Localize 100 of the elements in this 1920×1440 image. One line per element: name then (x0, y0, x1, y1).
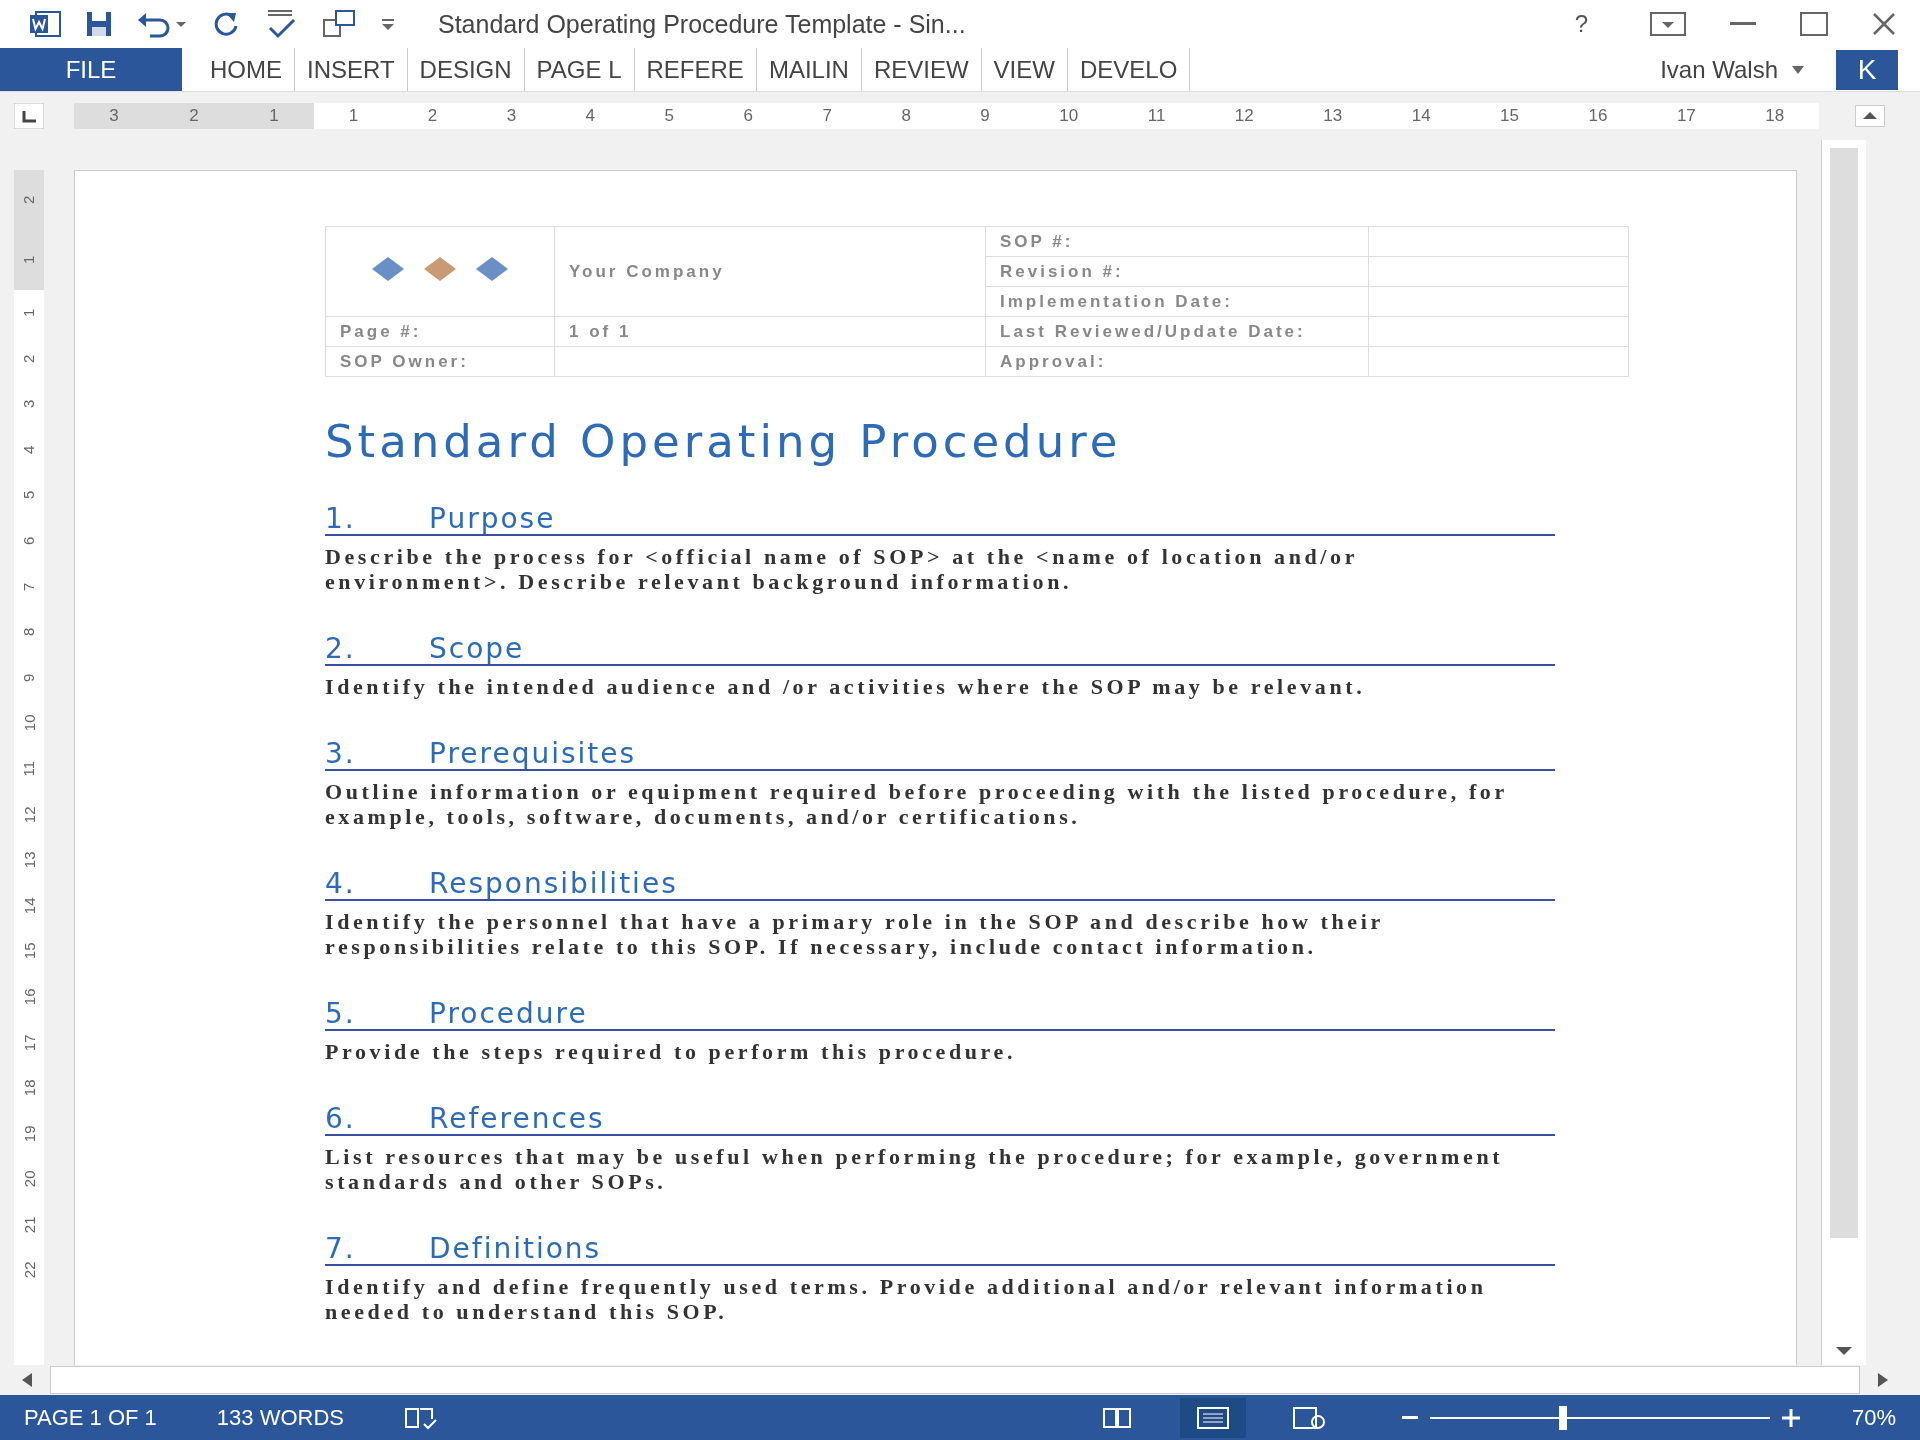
ruler-number: 1 (269, 106, 279, 126)
ruler-number: 3 (506, 106, 517, 126)
zoom-in-icon[interactable] (1781, 1408, 1800, 1427)
window-layout-icon[interactable] (322, 8, 358, 40)
ruler-number: 10 (1059, 106, 1079, 126)
scroll-right-icon[interactable] (1876, 1372, 1890, 1388)
zoom-out-icon[interactable] (1401, 1415, 1418, 1420)
table-cell: Last Reviewed/Update Date: (985, 316, 1369, 347)
page-count[interactable]: PAGE 1 OF 1 (24, 1404, 157, 1431)
document-title: Standard Operating Procedure (325, 415, 1123, 468)
ruler-number: 5 (19, 491, 39, 500)
maximize-icon[interactable] (1800, 12, 1828, 36)
ruler-number: 17 (19, 1033, 39, 1051)
user-avatar[interactable]: K (1836, 49, 1898, 90)
ruler-number: 16 (19, 988, 39, 1006)
ruler-number: 6 (743, 106, 753, 126)
ruler-number: 9 (19, 673, 39, 682)
table-cell: Approval: (985, 346, 1369, 377)
ruler-number: 15 (1500, 106, 1519, 126)
table-cell: SOP Owner: (325, 346, 555, 377)
word-app-icon[interactable] (28, 10, 62, 38)
user-name[interactable]: Ivan Walsh (1660, 55, 1778, 84)
window-title: Standard Operating Procedure Template - Sin... (438, 9, 967, 39)
table-cell: 1 of 1 (554, 316, 986, 347)
ruler-number: 11 (1147, 106, 1166, 126)
table-cell: Revision #: (985, 256, 1369, 287)
ruler-number: 2 (19, 354, 39, 363)
save-icon[interactable] (84, 9, 114, 39)
ruler-number: 14 (1411, 106, 1431, 126)
section-heading: 2. Scope (325, 634, 1555, 666)
page-layout-icon (1196, 1406, 1229, 1429)
table-cell: Page #: (325, 316, 555, 347)
ruler-number: 7 (822, 106, 832, 126)
section-text: List resources that may be useful when performing the procedure; for example, government standards and other SOPs. (325, 1144, 1505, 1194)
ruler-number: 10 (19, 714, 39, 732)
close-icon[interactable] (1872, 12, 1896, 36)
section-text: Identify and define frequently used terms. Provide additional and/or relevant information needed to understand this SOP. (325, 1274, 1488, 1324)
ribbon-tab[interactable]: REVIEW (861, 48, 982, 91)
diamond-logo-icon (370, 254, 510, 284)
book-icon (1101, 1406, 1132, 1429)
section-text: Provide the steps required to perform this procedure. (325, 1039, 1018, 1064)
ruler-number: 1 (348, 106, 359, 126)
ruler-number: 1 (19, 308, 39, 317)
ruler-number: 4 (585, 106, 596, 126)
tab-selector-icon[interactable] (14, 103, 44, 129)
minimize-icon[interactable] (1730, 22, 1756, 26)
table-cell: SOP #: (985, 226, 1369, 257)
ribbon-tab[interactable]: DESIGN (407, 48, 525, 91)
ruler-number: 2 (19, 195, 39, 205)
section-heading: 1. Purpose (325, 504, 1555, 536)
ruler-number: 7 (19, 582, 39, 591)
ruler-number: 17 (1676, 106, 1696, 126)
section-heading: 6. References (325, 1104, 1555, 1136)
ribbon-tab[interactable]: DEVELO (1067, 48, 1191, 91)
scroll-up-icon[interactable] (1855, 105, 1885, 127)
book-check-icon[interactable] (404, 1405, 438, 1430)
ruler-number: 1 (19, 255, 39, 265)
horizontal-scrollbar[interactable] (50, 1366, 1860, 1394)
ribbon-tab[interactable]: FILE (0, 48, 182, 91)
web-layout-icon (1292, 1406, 1325, 1429)
ruler-number: 12 (19, 806, 39, 823)
vertical-scrollbar[interactable] (1821, 140, 1866, 1365)
section-heading: 5. Procedure (325, 999, 1555, 1031)
section-heading: 3. Prerequisites (325, 739, 1555, 771)
ribbon-tab[interactable]: INSERT (295, 48, 408, 91)
ruler-number: 13 (19, 851, 39, 869)
ribbon-tab[interactable]: REFERE (634, 48, 757, 91)
ruler-number: 4 (19, 445, 39, 454)
zoom-level[interactable]: 70% (1851, 1404, 1896, 1431)
zoom-slider-thumb[interactable] (1559, 1405, 1568, 1430)
scroll-down-icon[interactable] (1834, 1345, 1854, 1357)
section-text: Describe the process for <official name of SOP> at the <name of location and/or environment>. Describe relevant background information. (325, 544, 1359, 594)
company-name: Your Company (554, 226, 986, 317)
customize-toolbar-icon[interactable] (380, 17, 396, 31)
ruler-number: 22 (19, 1261, 39, 1279)
ruler-number: 8 (901, 106, 911, 126)
ruler-number: 20 (19, 1170, 39, 1188)
ribbon-tab[interactable]: MAILIN (756, 48, 862, 91)
section-heading: 4. Responsibilities (325, 869, 1555, 901)
ribbon-tab[interactable]: PAGE L (524, 48, 635, 91)
caret-icon[interactable] (1792, 65, 1804, 74)
ruler-number: 9 (980, 106, 990, 126)
print-mode-button[interactable] (1179, 1397, 1246, 1438)
ribbon-tab[interactable]: VIEW (981, 48, 1068, 91)
scroll-left-icon[interactable] (20, 1372, 34, 1388)
table-cell: Implementation Date: (985, 286, 1369, 317)
ruler-number: 2 (427, 106, 438, 126)
ruler-number: 16 (1588, 106, 1608, 126)
ruler-number: 15 (19, 942, 39, 960)
ruler-number: 12 (1234, 106, 1254, 126)
help-button[interactable]: ? (1574, 10, 1588, 38)
word-count[interactable]: 133 WORDS (216, 1404, 344, 1431)
ruler-number: 11 (19, 760, 39, 777)
ruler-number: 13 (1323, 106, 1343, 126)
ruler-number: 14 (19, 897, 39, 914)
section-text: Identify the personnel that have a primary role in the SOP and describe how their responsibilities relate to this SOP. If necessary, include contact information. (325, 909, 1385, 959)
ribbon-tab[interactable]: HOME (198, 48, 295, 91)
ruler-number: 3 (109, 106, 119, 126)
ribbon-display-icon[interactable] (1650, 12, 1686, 36)
ruler-number: 18 (1765, 106, 1785, 126)
